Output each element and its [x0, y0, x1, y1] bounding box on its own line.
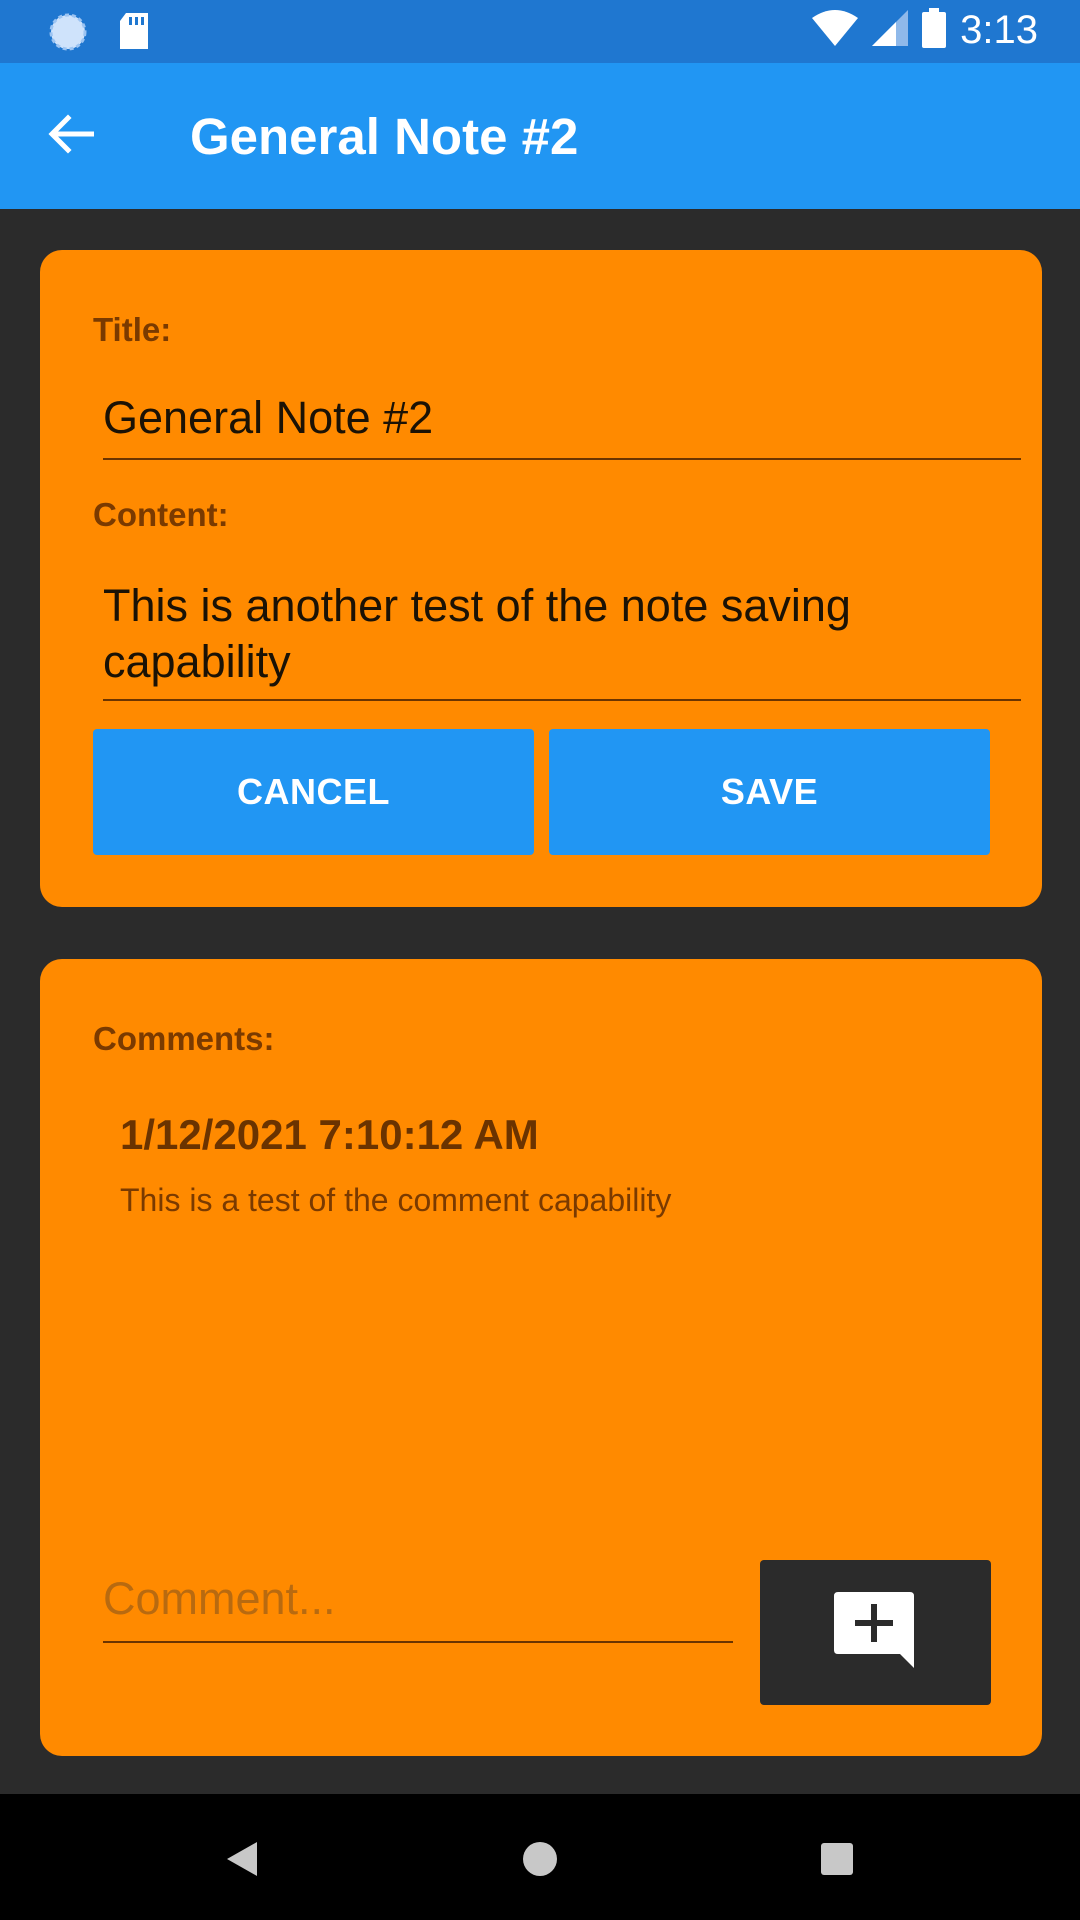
content-label: Content:	[93, 496, 229, 533]
comment-text: This is a test of the comment capability	[120, 1182, 672, 1218]
sd-card-icon	[118, 13, 150, 56]
arrow-left-icon	[48, 113, 95, 159]
back-triangle-icon	[225, 1840, 259, 1883]
page-title: General Note #2	[190, 108, 579, 165]
title-label: Title:	[93, 311, 172, 348]
content-field[interactable]: This is another test of the note saving …	[103, 578, 1021, 701]
battery-icon	[922, 8, 947, 53]
nav-recents-button[interactable]	[807, 1831, 867, 1891]
signal-icon	[872, 10, 909, 51]
nav-back-button[interactable]	[212, 1831, 272, 1891]
save-button[interactable]: SAVE	[549, 729, 990, 855]
back-button[interactable]	[30, 103, 112, 169]
home-circle-icon	[522, 1841, 558, 1882]
comments-card: Comments: 1/12/2021 7:10:12 AM This is a…	[40, 959, 1042, 1756]
app-bar: General Note #2	[0, 63, 1080, 209]
title-field[interactable]: General Note #2	[103, 390, 1021, 460]
sync-icon	[48, 12, 88, 57]
wifi-icon	[812, 10, 859, 51]
note-card: Title: General Note #2 Content: This is …	[40, 250, 1042, 907]
nav-bar	[0, 1794, 1080, 1920]
comments-label: Comments:	[93, 1020, 275, 1057]
cancel-button[interactable]: CANCEL	[93, 729, 534, 855]
status-time: 3:13	[960, 8, 1038, 52]
comment-timestamp: 1/12/2021 7:10:12 AM	[120, 1111, 539, 1158]
add-comment-button[interactable]	[760, 1560, 991, 1705]
status-bar: 3:13	[0, 0, 1080, 63]
comment-input[interactable]: Comment...	[103, 1557, 733, 1643]
recents-square-icon	[820, 1842, 854, 1881]
nav-home-button[interactable]	[510, 1831, 570, 1891]
add-comment-icon	[833, 1590, 918, 1675]
